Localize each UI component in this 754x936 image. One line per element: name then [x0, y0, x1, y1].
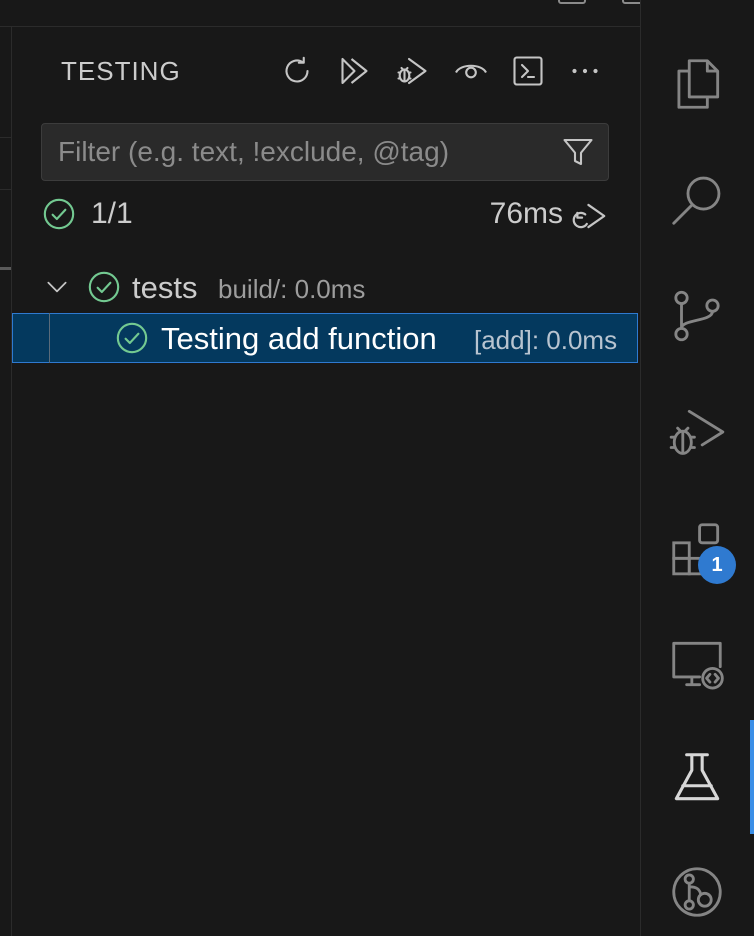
terminal-icon[interactable]	[508, 51, 548, 91]
test-summary: 1/1 76ms	[41, 193, 609, 239]
pass-icon	[116, 322, 148, 354]
more-icon[interactable]	[565, 51, 605, 91]
filter-icon[interactable]	[560, 134, 596, 170]
extensions-badge: 1	[698, 546, 736, 584]
run-debug-icon[interactable]	[661, 396, 733, 468]
refresh-icon[interactable]	[277, 51, 317, 91]
tree-item-testing-add-function[interactable]: Testing add function [add]: 0.0ms	[12, 313, 638, 363]
gitlens-icon[interactable]	[661, 856, 733, 928]
filter-input[interactable]	[42, 124, 552, 180]
editor-tab-edge	[0, 137, 11, 190]
layout-toggle-icon[interactable]	[558, 0, 586, 4]
run-all-icon[interactable]	[336, 51, 376, 91]
filter-field[interactable]	[41, 123, 609, 181]
chevron-down-icon[interactable]	[44, 274, 70, 300]
search-icon[interactable]	[661, 164, 733, 236]
source-control-icon[interactable]	[661, 280, 733, 352]
tree-item-description: [add]: 0.0ms	[474, 325, 618, 355]
rerun-icon[interactable]	[571, 197, 609, 235]
pass-icon	[88, 271, 120, 303]
tree-item-description: build/: 0.0ms	[218, 274, 366, 304]
explorer-icon[interactable]	[661, 48, 733, 120]
tree-item-label: Testing add function	[161, 321, 437, 356]
active-indicator	[750, 720, 754, 834]
panel-title: TESTING	[61, 56, 181, 86]
testing-panel: TESTING Filter (e.g. text, !exclude, @ta…	[12, 27, 640, 936]
tree-item-label: tests	[132, 270, 198, 305]
editor-scroll-marker	[0, 267, 11, 270]
remote-explorer-icon[interactable]	[661, 628, 733, 700]
panel-header: TESTING	[12, 27, 640, 115]
testing-icon[interactable]	[661, 742, 733, 814]
pass-icon	[43, 198, 75, 230]
test-duration: 76ms	[489, 197, 563, 230]
indent-guide	[49, 313, 50, 363]
eye-icon[interactable]	[451, 51, 491, 91]
test-count: 1/1	[91, 197, 133, 230]
debug-all-icon[interactable]	[392, 51, 432, 91]
activity-bar	[641, 0, 754, 936]
tree-item-tests[interactable]: tests build/: 0.0ms	[12, 262, 640, 312]
editor-edge	[0, 27, 12, 936]
